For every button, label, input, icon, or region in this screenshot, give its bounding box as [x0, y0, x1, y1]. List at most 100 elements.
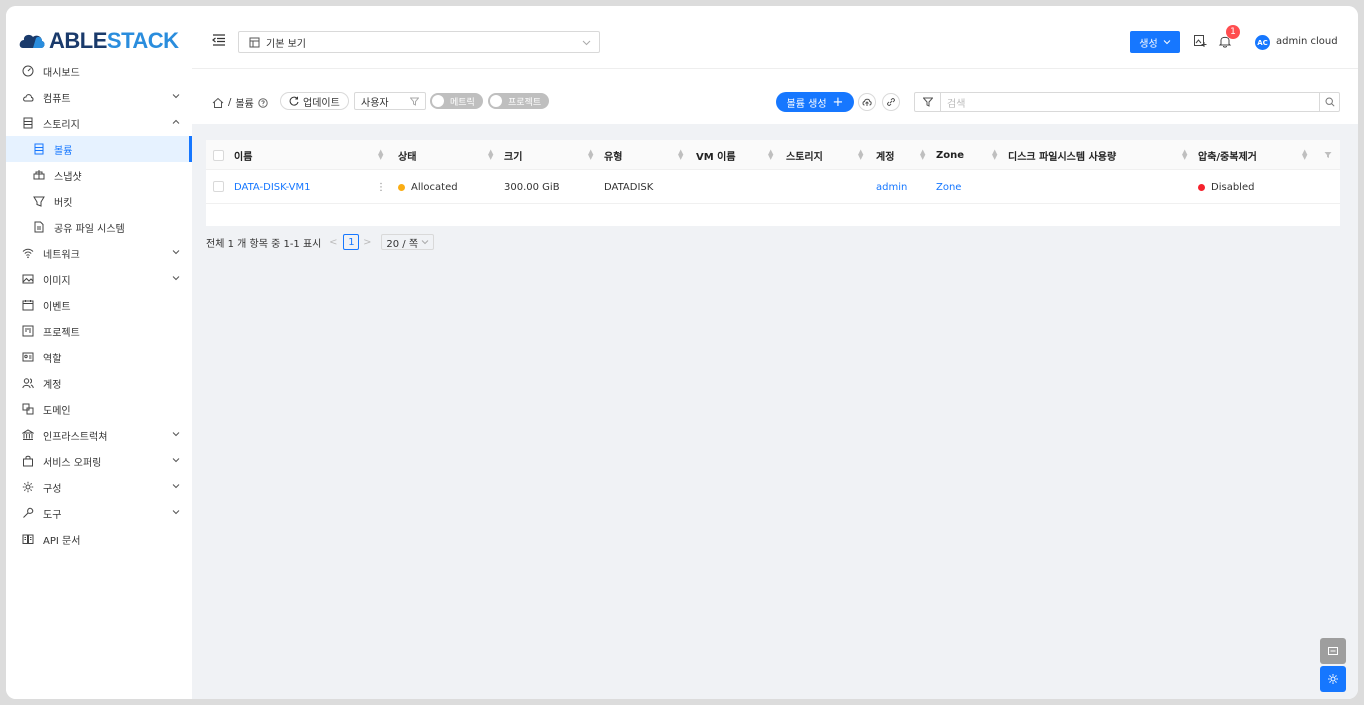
sort-icon[interactable]: ▲ ▼: [678, 149, 684, 161]
home-icon[interactable]: [212, 97, 224, 109]
refresh-button[interactable]: 업데이트: [280, 92, 349, 110]
column-header-zone[interactable]: Zone: [936, 140, 964, 170]
sidebar-item-label: 네트워크: [43, 249, 80, 261]
logo[interactable]: ABLE STACK: [17, 28, 179, 53]
sidebar-item-volume[interactable]: 볼륨: [6, 136, 192, 162]
column-filter-icon[interactable]: [1324, 151, 1332, 159]
sidebar-item-shared-fs[interactable]: 공유 파일 시스템: [6, 214, 192, 240]
chevron-up-icon: [172, 119, 180, 124]
upload-volume-button[interactable]: [858, 93, 876, 111]
volume-compression-text: Disabled: [1211, 181, 1255, 193]
sidebar-item-label: 스토리지: [43, 119, 80, 131]
breadcrumb-separator: /: [228, 97, 232, 108]
sidebar-item-domain[interactable]: 도메인: [6, 396, 192, 422]
sidebar-item-account[interactable]: 계정: [6, 370, 192, 396]
search-button[interactable]: [1319, 93, 1339, 111]
sidebar-item-network[interactable]: 네트워크: [6, 240, 192, 266]
sidebar-item-compute[interactable]: 컴퓨트: [6, 84, 192, 110]
chevron-down-icon: [172, 432, 180, 437]
sidebar-item-storage[interactable]: 스토리지: [6, 110, 192, 136]
sidebar-item-label: 역할: [43, 353, 62, 365]
sort-icon[interactable]: ▲ ▼: [768, 149, 774, 161]
reload-icon: [289, 96, 299, 106]
sidebar-item-tools[interactable]: 도구: [6, 500, 192, 526]
column-header-size[interactable]: 크기: [504, 140, 522, 170]
search-box: 검색: [914, 92, 1340, 112]
role-icon: [21, 350, 35, 364]
volume-zone-link[interactable]: Zone: [936, 170, 961, 204]
shell-float-button[interactable]: [1320, 638, 1346, 664]
column-header-type[interactable]: 유형: [604, 140, 622, 170]
sidebar-nav: 대시보드 컴퓨트 스토리지 볼륨 스냅샷 버킷 공유 파일 시스템 네트워크 이…: [6, 58, 192, 552]
sidebar-item-bucket[interactable]: 버킷: [6, 188, 192, 214]
sidebar-item-infrastructure[interactable]: 인프라스트럭쳐: [6, 422, 192, 448]
row-checkbox[interactable]: [213, 181, 224, 192]
scope-filter-select[interactable]: 사용자: [354, 92, 426, 110]
table-header: 이름 ▲ ▼ 상태 ▲ ▼ 크기 ▲ ▼ 유형 ▲ ▼ VM 이름 ▲ ▼ 스토리지 ▲ ▼…: [206, 140, 1340, 170]
sidebar: ABLE STACK 대시보드 컴퓨트 스토리지 볼륨 스냅샷 버킷 공유 파일…: [6, 6, 192, 699]
column-header-compression[interactable]: 압축/중복제거: [1198, 140, 1257, 170]
users-icon: [21, 376, 35, 390]
storage-icon: [21, 116, 35, 130]
column-header-vm-name[interactable]: VM 이름: [696, 140, 736, 170]
avatar[interactable]: AC: [1255, 35, 1270, 50]
page-size-select[interactable]: 20 / 쪽: [381, 234, 435, 250]
sidebar-item-image[interactable]: 이미지: [6, 266, 192, 292]
metrics-toggle-label: 메트릭: [450, 97, 475, 108]
volume-icon: [32, 142, 46, 156]
column-header-storage[interactable]: 스토리지: [786, 140, 823, 170]
sidebar-item-event[interactable]: 이벤트: [6, 292, 192, 318]
search-input[interactable]: 검색: [947, 95, 965, 110]
sidebar-item-label: 구성: [43, 483, 62, 495]
column-header-state[interactable]: 상태: [398, 140, 416, 170]
question-circle-icon[interactable]: [258, 97, 268, 108]
volume-name-link[interactable]: DATA-DISK-VM1: [234, 170, 311, 204]
create-button[interactable]: 생성: [1130, 31, 1180, 53]
pagination: 전체 1 개 항목 중 1-1 표시 < 1 > 20 / 쪽: [206, 234, 435, 250]
table-row[interactable]: DATA-DISK-VM1 ⋮ Allocated 300.00 GiB DAT…: [206, 170, 1340, 204]
volume-table: 이름 ▲ ▼ 상태 ▲ ▼ 크기 ▲ ▼ 유형 ▲ ▼ VM 이름 ▲ ▼ 스토리지 ▲ ▼…: [206, 140, 1340, 226]
sidebar-item-project[interactable]: 프로젝트: [6, 318, 192, 344]
select-all-checkbox[interactable]: [213, 150, 224, 161]
prev-page-icon[interactable]: <: [327, 237, 339, 248]
sort-icon[interactable]: ▲ ▼: [992, 149, 998, 161]
sidebar-item-label: 스냅샷: [54, 171, 82, 183]
volume-account-link[interactable]: admin: [876, 170, 907, 204]
create-volume-button[interactable]: 볼륨 생성 +: [776, 92, 854, 112]
sidebar-item-configuration[interactable]: 구성: [6, 474, 192, 500]
scope-value: 사용자: [361, 97, 389, 109]
calendar-icon: [21, 298, 35, 312]
row-more-icon[interactable]: ⋮: [376, 170, 386, 204]
sidebar-item-dashboard[interactable]: 대시보드: [6, 58, 192, 84]
sort-icon[interactable]: ▲ ▼: [378, 149, 384, 161]
image-add-icon[interactable]: [1193, 34, 1207, 48]
search-icon: [1324, 97, 1335, 107]
sort-icon[interactable]: ▲ ▼: [488, 149, 494, 161]
project-toggle[interactable]: 프로젝트: [488, 93, 550, 109]
column-header-name[interactable]: 이름: [234, 140, 252, 170]
sidebar-item-service-offering[interactable]: 서비스 오퍼링: [6, 448, 192, 474]
sort-icon[interactable]: ▲ ▼: [920, 149, 926, 161]
create-button-label: 생성: [1139, 38, 1158, 50]
sort-icon[interactable]: ▲ ▼: [588, 149, 594, 161]
column-header-account[interactable]: 계정: [876, 140, 894, 170]
menu-fold-icon[interactable]: [212, 33, 226, 47]
sidebar-item-role[interactable]: 역할: [6, 344, 192, 370]
metrics-toggle[interactable]: 메트릭: [430, 93, 483, 109]
settings-float-button[interactable]: [1320, 666, 1346, 692]
sidebar-item-api-docs[interactable]: API 문서: [6, 526, 192, 552]
volume-type: DATADISK: [604, 181, 654, 193]
sort-icon[interactable]: ▲ ▼: [1182, 149, 1188, 161]
upload-url-button[interactable]: [882, 93, 900, 111]
username[interactable]: admin cloud: [1276, 36, 1338, 47]
column-header-disk-usage[interactable]: 디스크 파일시스템 사용량: [1008, 140, 1116, 170]
next-page-icon[interactable]: >: [361, 237, 373, 248]
sidebar-item-snapshot[interactable]: 스냅샷: [6, 162, 192, 188]
view-select[interactable]: 기본 보기: [238, 31, 600, 53]
sort-icon[interactable]: ▲ ▼: [858, 149, 864, 161]
create-volume-label: 볼륨 생성: [786, 98, 827, 110]
search-filter-button[interactable]: [915, 93, 941, 111]
sort-icon[interactable]: ▲ ▼: [1302, 149, 1308, 161]
project-toggle-label: 프로젝트: [508, 97, 542, 108]
page-number[interactable]: 1: [343, 234, 360, 250]
